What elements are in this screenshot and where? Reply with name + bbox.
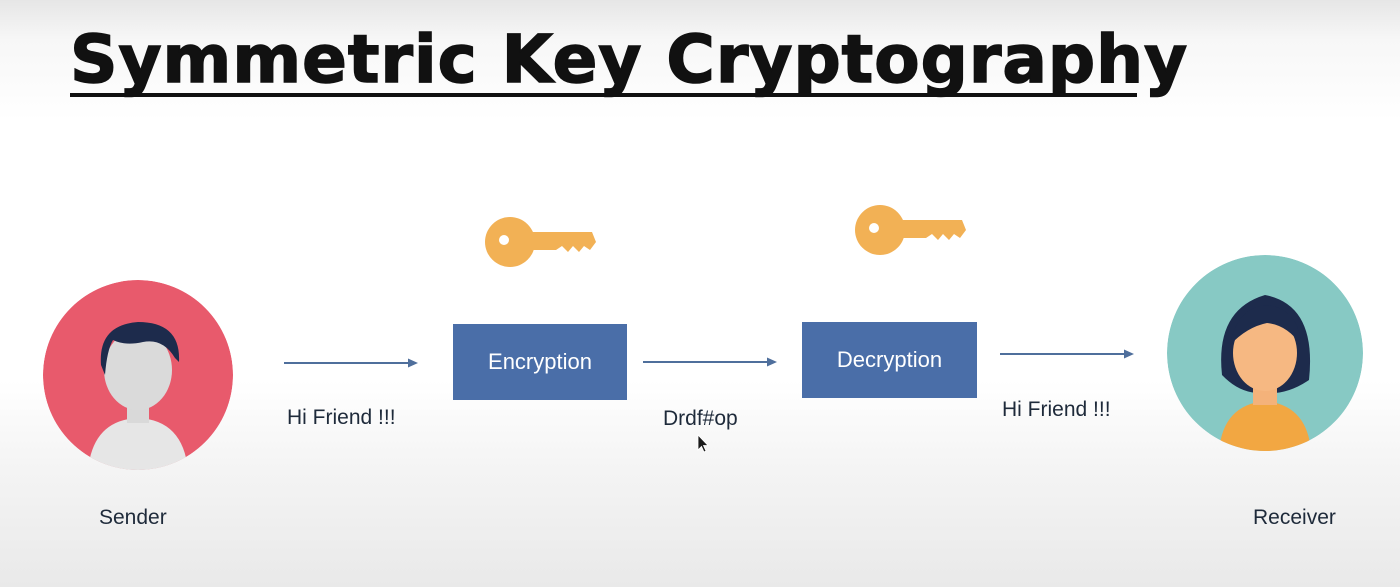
- encryption-box: Encryption: [453, 324, 627, 400]
- decryption-box: Decryption: [802, 322, 977, 398]
- page-title: Symmetric Key Cryptography: [69, 21, 1189, 99]
- receiver-label: Receiver: [1253, 506, 1336, 529]
- key-icon: [485, 217, 596, 267]
- sender-avatar: [43, 280, 233, 470]
- receiver-avatar: [1167, 255, 1363, 451]
- arrow-right-icon: [284, 358, 418, 368]
- plaintext-input-label: Hi Friend !!!: [287, 406, 396, 429]
- arrow-right-icon: [1000, 349, 1134, 359]
- mouse-cursor-icon: [697, 434, 709, 453]
- person-avatar-icon: [1167, 255, 1363, 451]
- arrow-right-icon: [643, 357, 777, 367]
- title-underline: [70, 93, 1137, 97]
- decryption-label: Decryption: [836, 347, 943, 372]
- person-avatar-icon: [43, 280, 233, 470]
- plaintext-output-label: Hi Friend !!!: [1002, 398, 1111, 421]
- encryption-label: Encryption: [488, 349, 592, 374]
- ciphertext-label: Drdf#op: [663, 407, 738, 430]
- sender-label: Sender: [99, 506, 167, 529]
- key-icon: [855, 205, 966, 255]
